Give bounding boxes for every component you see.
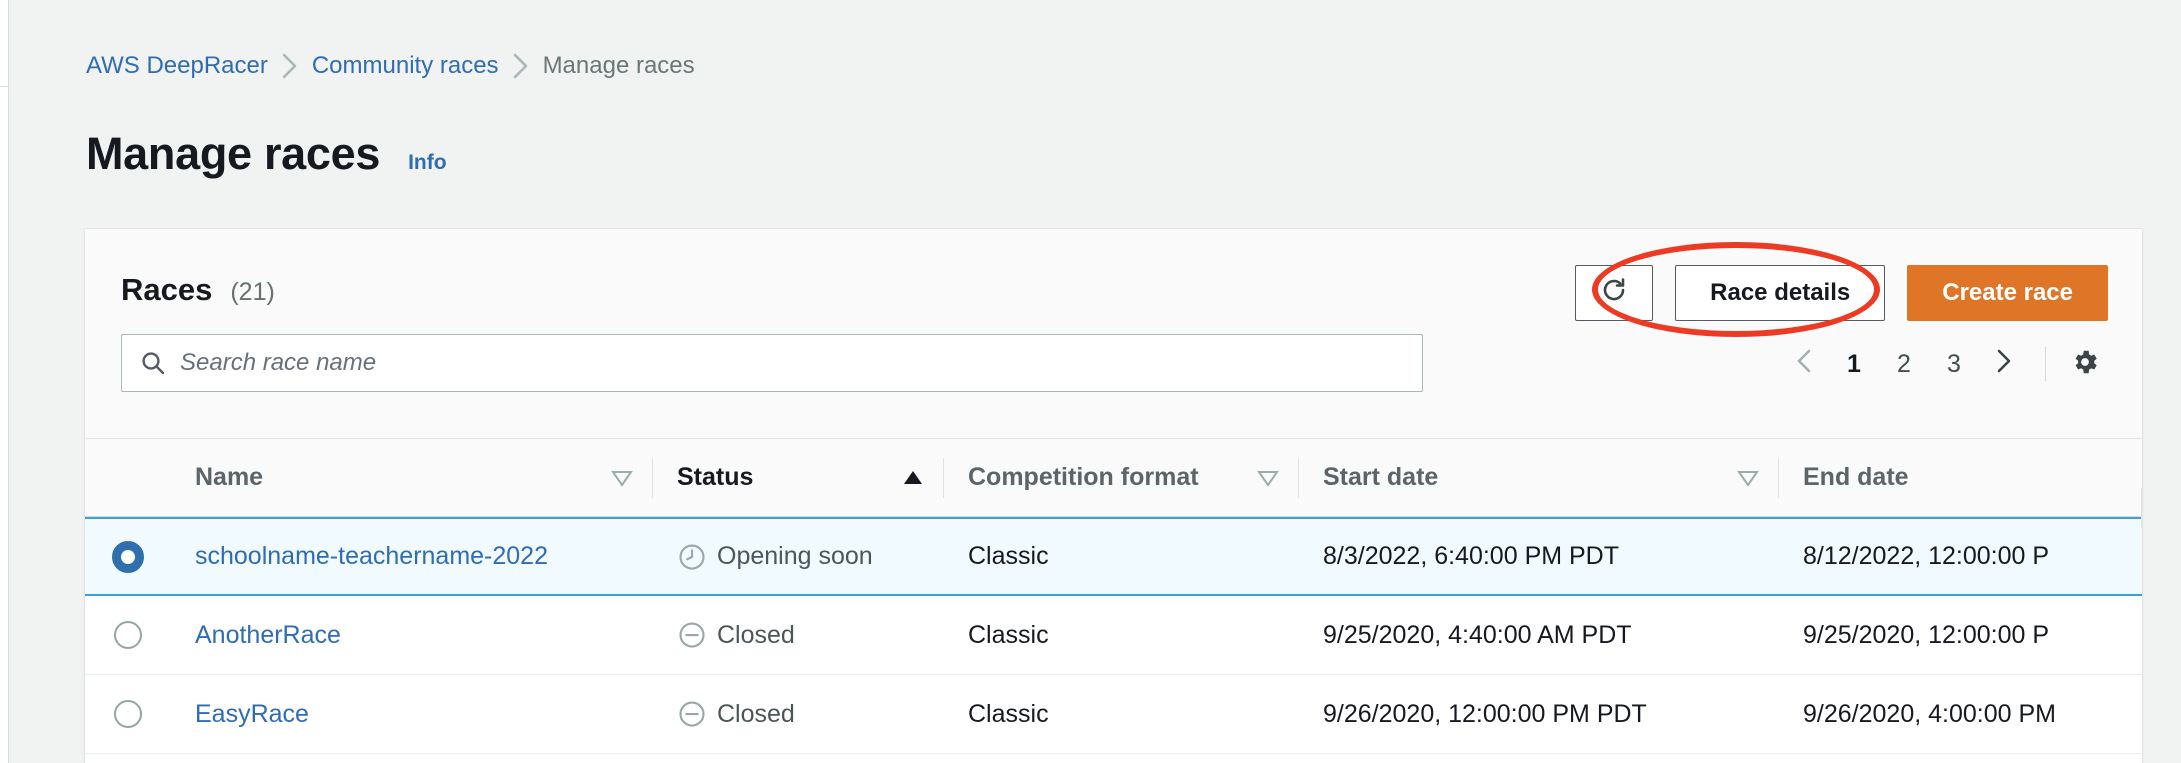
pagination-next[interactable] (1979, 339, 2029, 389)
table-row[interactable]: EasyRace Closed Classic 9/26/2020, 12:00… (85, 675, 2142, 754)
th-name[interactable]: Name (171, 457, 653, 499)
row-format-cell: Classic (944, 621, 1299, 650)
th-status-label: Status (677, 463, 753, 492)
row-name-cell: EasyRace (171, 700, 653, 729)
row-status-cell: Opening soon (653, 542, 944, 572)
sort-descending-icon (611, 468, 633, 488)
card-title: Races (121, 272, 212, 308)
race-name-link[interactable]: schoolname-teachername-2022 (195, 542, 548, 570)
th-end-date-label: End date (1803, 463, 1909, 492)
table-header: Name Status Competition fo (85, 438, 2142, 517)
end-date-value: 9/25/2020, 12:00:00 P (1803, 621, 2049, 649)
sidebar-divider (0, 86, 9, 87)
table-row[interactable]: schoolname-teachername-2022 Opening soon… (85, 517, 2142, 596)
competition-format-value: Classic (968, 700, 1049, 728)
row-format-cell: Classic (944, 700, 1299, 729)
pagination-page-2[interactable]: 2 (1879, 339, 1929, 389)
status-label: Closed (717, 621, 795, 650)
start-date-value: 9/25/2020, 4:40:00 AM PDT (1323, 621, 1632, 649)
row-select-cell[interactable] (85, 621, 171, 649)
row-status-cell: Closed (653, 699, 944, 729)
row-end-date-cell: 9/25/2020, 12:00:00 P (1779, 621, 2143, 650)
clock-icon (677, 542, 707, 572)
row-start-date-cell: 9/25/2020, 4:40:00 AM PDT (1299, 621, 1779, 650)
table-settings-button[interactable] (2062, 341, 2108, 387)
row-end-date-cell: 8/12/2022, 12:00:00 P (1779, 542, 2143, 571)
th-name-label: Name (195, 463, 263, 492)
row-format-cell: Classic (944, 542, 1299, 571)
pagination-prev[interactable] (1779, 339, 1829, 389)
th-competition-format[interactable]: Competition format (944, 457, 1299, 499)
card-header: Races (21) Race deta (85, 229, 2142, 438)
row-radio[interactable] (114, 621, 142, 649)
pagination-divider (2045, 347, 2046, 381)
search-input[interactable] (180, 349, 1360, 377)
row-name-cell: schoolname-teachername-2022 (171, 542, 653, 571)
create-race-button[interactable]: Create race (1907, 265, 2108, 321)
pagination-page-1[interactable]: 1 (1829, 339, 1879, 389)
race-name-link[interactable]: EasyRace (195, 700, 309, 728)
gear-icon (2070, 347, 2100, 382)
card-count: (21) (230, 278, 274, 307)
race-name-link[interactable]: AnotherRace (195, 621, 341, 649)
sort-ascending-icon (902, 468, 924, 488)
breadcrumb-item-manage-races: Manage races (543, 54, 695, 78)
row-name-cell: AnotherRace (171, 621, 653, 650)
chevron-left-icon (1794, 348, 1814, 381)
sidebar-edge (0, 0, 9, 763)
race-details-button[interactable]: Race details (1675, 265, 1885, 321)
breadcrumb-item-community-races[interactable]: Community races (312, 54, 499, 78)
row-start-date-cell: 8/3/2022, 6:40:00 PM PDT (1299, 542, 1779, 571)
row-select-cell[interactable] (85, 700, 171, 728)
start-date-value: 8/3/2022, 6:40:00 PM PDT (1323, 542, 1619, 570)
chevron-right-icon (268, 52, 312, 80)
row-start-date-cell: 9/26/2020, 12:00:00 PM PDT (1299, 700, 1779, 729)
competition-format-value: Classic (968, 621, 1049, 649)
races-card: Races (21) Race deta (84, 228, 2143, 763)
breadcrumb-item-aws-deepracer[interactable]: AWS DeepRacer (86, 54, 268, 78)
minus-circle-icon (677, 620, 707, 650)
page-title-row: Manage races Info (86, 128, 447, 180)
refresh-button[interactable] (1575, 265, 1653, 321)
sort-descending-icon (1257, 468, 1279, 488)
th-competition-format-label: Competition format (968, 463, 1199, 492)
end-date-value: 9/26/2020, 4:00:00 PM (1803, 700, 2056, 728)
end-date-value: 8/12/2022, 12:00:00 P (1803, 542, 2049, 570)
status-label: Opening soon (717, 542, 873, 571)
th-status[interactable]: Status (653, 457, 944, 499)
page-root: AWS DeepRacer Community races Manage rac… (0, 0, 2181, 763)
search-icon (140, 350, 166, 376)
row-end-date-cell: 9/26/2020, 4:00:00 PM (1779, 700, 2143, 729)
pagination: 1 2 3 (1779, 339, 2108, 389)
chevron-right-icon (1994, 348, 2014, 381)
start-date-value: 9/26/2020, 12:00:00 PM PDT (1323, 700, 1647, 728)
th-start-date-label: Start date (1323, 463, 1438, 492)
info-link[interactable]: Info (408, 151, 446, 175)
th-end-date[interactable]: End date (1779, 457, 2143, 499)
page-title: Manage races (86, 128, 380, 180)
pagination-page-3[interactable]: 3 (1929, 339, 1979, 389)
row-radio[interactable] (114, 700, 142, 728)
th-start-date[interactable]: Start date (1299, 457, 1779, 499)
status-label: Closed (717, 700, 795, 729)
breadcrumb: AWS DeepRacer Community races Manage rac… (86, 52, 695, 80)
search-box[interactable] (121, 334, 1423, 392)
row-radio-selected[interactable] (112, 541, 144, 573)
refresh-icon (1599, 275, 1629, 312)
competition-format-value: Classic (968, 542, 1049, 570)
table-row[interactable]: AnotherRace Closed Classic 9/25/2020, 4:… (85, 596, 2142, 675)
row-select-cell[interactable] (85, 541, 171, 573)
row-status-cell: Closed (653, 620, 944, 650)
chevron-right-icon (499, 52, 543, 80)
sort-descending-icon (1737, 468, 1759, 488)
minus-circle-icon (677, 699, 707, 729)
card-actions: Race details Create race (1575, 265, 2108, 321)
card-title-row: Races (21) (121, 272, 275, 308)
